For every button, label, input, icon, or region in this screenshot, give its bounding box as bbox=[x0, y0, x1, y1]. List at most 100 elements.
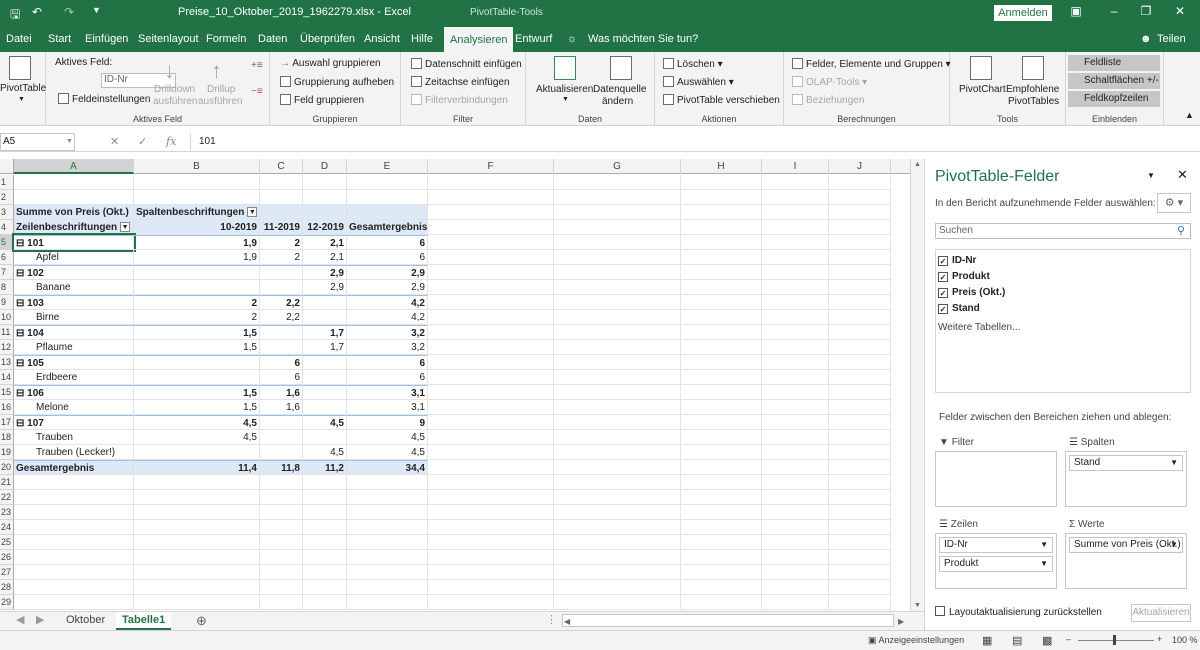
redo-icon[interactable]: ↷ bbox=[64, 5, 74, 19]
checkbox-icon[interactable]: ✓ bbox=[938, 304, 948, 314]
grid-cell[interactable] bbox=[681, 355, 762, 370]
grid-cell[interactable] bbox=[554, 385, 681, 400]
next-sheet-icon[interactable]: ▶ bbox=[30, 612, 50, 630]
pivot-row-labels-cell[interactable]: Zeilenbeschriftungen ▼ bbox=[14, 220, 134, 235]
grid-cell[interactable] bbox=[554, 220, 681, 235]
grid-cell[interactable] bbox=[829, 295, 891, 310]
column-header[interactable]: H bbox=[681, 159, 762, 174]
zoom-in-icon[interactable]: + bbox=[1157, 634, 1162, 644]
row-header[interactable]: 28 bbox=[0, 580, 14, 595]
pivot-value[interactable]: 1,7 bbox=[303, 325, 347, 340]
grid-cell[interactable] bbox=[681, 430, 762, 445]
pivot-value[interactable] bbox=[134, 280, 260, 295]
save-icon[interactable]: 🖫 bbox=[10, 5, 20, 26]
gear-icon[interactable]: ⚙ ▾ bbox=[1157, 193, 1191, 213]
grid-cell[interactable] bbox=[762, 415, 829, 430]
grid-cell[interactable] bbox=[829, 595, 891, 610]
grid-cell[interactable] bbox=[428, 400, 554, 415]
close-icon[interactable]: ✕ bbox=[1170, 4, 1190, 18]
add-sheet-icon[interactable]: ⊕ bbox=[190, 612, 213, 630]
row-header[interactable]: 1 bbox=[0, 175, 14, 190]
grid-cell[interactable] bbox=[14, 580, 134, 595]
pivot-value[interactable]: 4,2 bbox=[347, 295, 428, 310]
grid-cell[interactable] bbox=[134, 520, 260, 535]
grid-cell[interactable] bbox=[554, 190, 681, 205]
pivot-grand-total-value[interactable]: 11,2 bbox=[303, 460, 347, 475]
refresh-button[interactable]: Aktualisieren bbox=[536, 84, 593, 95]
grid-cell[interactable] bbox=[681, 220, 762, 235]
sign-in-button[interactable]: Anmelden bbox=[994, 5, 1052, 21]
grid-cell[interactable] bbox=[303, 505, 347, 520]
field-settings-button[interactable]: Feldeinstellungen bbox=[58, 93, 150, 105]
rows-field-pill[interactable]: ID-Nr ▼ bbox=[939, 537, 1053, 553]
row-header[interactable]: 25 bbox=[0, 535, 14, 550]
grid-cell[interactable] bbox=[681, 460, 762, 475]
pivot-value[interactable]: 2 bbox=[260, 250, 303, 265]
pivot-value[interactable] bbox=[134, 445, 260, 460]
grid-cell[interactable] bbox=[554, 205, 681, 220]
pivot-value[interactable] bbox=[303, 400, 347, 415]
column-header[interactable]: E bbox=[347, 159, 428, 174]
grid-cell[interactable] bbox=[260, 535, 303, 550]
grid-cell[interactable] bbox=[428, 340, 554, 355]
grid-cell[interactable] bbox=[762, 490, 829, 505]
drillup-label-1[interactable]: Drillup bbox=[207, 84, 235, 95]
grid-cell[interactable] bbox=[829, 475, 891, 490]
pivot-value[interactable]: 2,9 bbox=[347, 265, 428, 280]
grid-cell[interactable] bbox=[829, 190, 891, 205]
grid-cell[interactable] bbox=[762, 340, 829, 355]
field-item-produkt[interactable]: ✓ Produkt bbox=[938, 270, 990, 284]
insert-slicer-button[interactable]: Datenschnitt einfügen bbox=[411, 58, 522, 70]
grid-cell[interactable] bbox=[762, 535, 829, 550]
grid-cell[interactable] bbox=[554, 430, 681, 445]
grid-cell[interactable] bbox=[14, 505, 134, 520]
group-field-button[interactable]: Feld gruppieren bbox=[280, 94, 364, 106]
drillup-label-2[interactable]: ausführen bbox=[198, 96, 242, 107]
pivot-value[interactable]: 1,6 bbox=[260, 385, 303, 400]
grid-cell[interactable] bbox=[829, 370, 891, 385]
grid-cell[interactable] bbox=[428, 505, 554, 520]
filter-connections-button[interactable]: Filterverbindungen bbox=[411, 94, 508, 106]
spreadsheet-grid[interactable]: A B C D E F G H I J 1 2 3 4 5 6 7 8 9 10 11 12 13 14 15 16 17 18 19 2… bbox=[0, 159, 910, 611]
grid-cell[interactable] bbox=[829, 445, 891, 460]
grid-cell[interactable] bbox=[428, 475, 554, 490]
grid-cell[interactable] bbox=[681, 520, 762, 535]
customize-toolbar-icon[interactable]: ▼ bbox=[92, 5, 101, 15]
scroll-down-icon[interactable]: ▼ bbox=[914, 602, 921, 609]
grid-cell[interactable] bbox=[14, 595, 134, 610]
tab-formeln[interactable]: Formeln bbox=[206, 26, 246, 52]
pivot-item-label[interactable]: Melone bbox=[14, 400, 134, 415]
grid-cell[interactable] bbox=[762, 505, 829, 520]
grid-cell[interactable] bbox=[762, 475, 829, 490]
insert-timeline-button[interactable]: Zeitachse einfügen bbox=[411, 76, 510, 88]
grid-cell[interactable] bbox=[134, 565, 260, 580]
row-header[interactable]: 2 bbox=[0, 190, 14, 205]
grid-cell[interactable] bbox=[428, 235, 554, 250]
grid-cell[interactable] bbox=[347, 520, 428, 535]
pivot-value[interactable] bbox=[303, 355, 347, 370]
grid-cell[interactable] bbox=[554, 445, 681, 460]
grid-cell[interactable] bbox=[554, 280, 681, 295]
grid-cell[interactable] bbox=[428, 535, 554, 550]
grid-cell[interactable] bbox=[134, 580, 260, 595]
grid-cell[interactable] bbox=[829, 205, 891, 220]
grid-cell[interactable] bbox=[347, 580, 428, 595]
pivot-value[interactable]: 2 bbox=[134, 295, 260, 310]
grid-cell[interactable] bbox=[681, 385, 762, 400]
pivot-value[interactable]: 3,1 bbox=[347, 385, 428, 400]
grid-cell[interactable] bbox=[829, 490, 891, 505]
grid-cell[interactable] bbox=[428, 385, 554, 400]
grid-cell[interactable] bbox=[829, 535, 891, 550]
grid-cell[interactable] bbox=[554, 310, 681, 325]
grid-cell[interactable] bbox=[829, 520, 891, 535]
grid-cell[interactable] bbox=[14, 565, 134, 580]
grid-cell[interactable] bbox=[260, 595, 303, 610]
grid-cell[interactable] bbox=[428, 310, 554, 325]
row-header[interactable]: 4 bbox=[0, 220, 14, 235]
pivot-value[interactable]: 1,5 bbox=[134, 340, 260, 355]
pivot-item-label[interactable]: Erdbeere bbox=[14, 370, 134, 385]
grid-cell[interactable] bbox=[829, 430, 891, 445]
pivot-value[interactable]: 4,2 bbox=[347, 310, 428, 325]
grid-cell[interactable] bbox=[681, 535, 762, 550]
pivot-value[interactable]: 2,2 bbox=[260, 295, 303, 310]
